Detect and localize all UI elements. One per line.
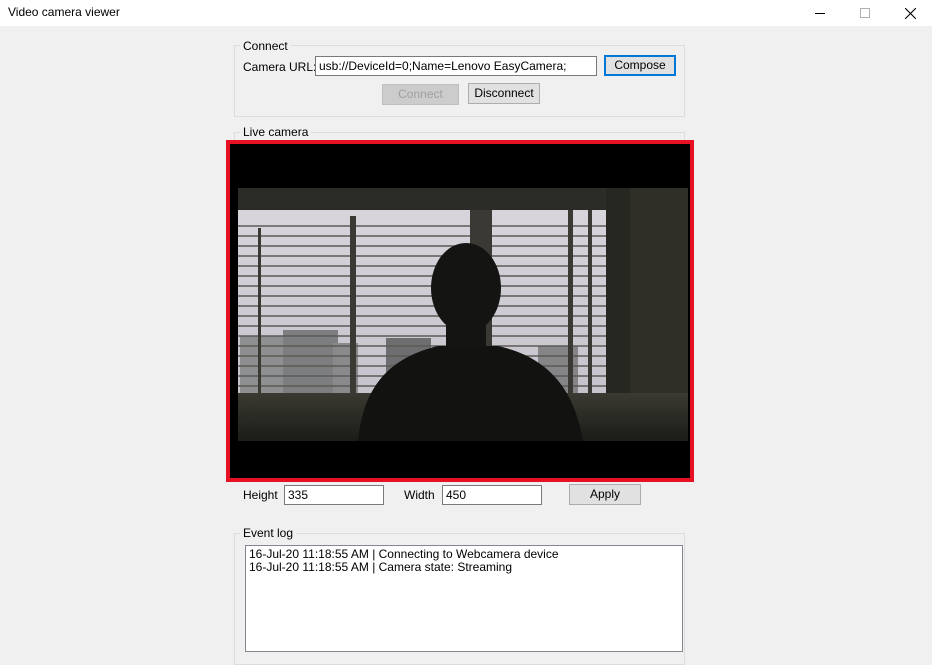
title-bar: Video camera viewer (0, 0, 932, 26)
event-log-list[interactable]: 16-Jul-20 11:18:55 AM | Connecting to We… (245, 545, 683, 652)
minimize-icon (815, 13, 825, 14)
camera-frame-svg (238, 188, 688, 441)
close-button[interactable] (887, 0, 932, 26)
window-title: Video camera viewer (8, 5, 120, 19)
camera-frame-image (238, 188, 688, 441)
maximize-button[interactable] (842, 0, 888, 26)
live-camera-group-label: Live camera (240, 125, 312, 139)
width-input[interactable] (442, 485, 542, 505)
maximize-icon (860, 8, 870, 18)
minimize-button[interactable] (797, 0, 843, 26)
event-log-group-label: Event log (240, 526, 297, 540)
height-input[interactable] (284, 485, 384, 505)
disconnect-button[interactable]: Disconnect (468, 83, 540, 104)
live-camera-view[interactable] (226, 140, 694, 482)
close-icon (904, 7, 916, 19)
compose-button[interactable]: Compose (604, 55, 676, 76)
apply-button[interactable]: Apply (569, 484, 641, 505)
connect-group-label: Connect (240, 39, 291, 53)
camera-url-label: Camera URL: (243, 60, 317, 74)
width-label: Width (404, 488, 435, 502)
log-entry: 16-Jul-20 11:18:55 AM | Camera state: St… (249, 560, 513, 574)
height-label: Height (243, 488, 278, 502)
connect-button[interactable]: Connect (382, 84, 459, 105)
camera-url-input[interactable] (315, 56, 597, 76)
